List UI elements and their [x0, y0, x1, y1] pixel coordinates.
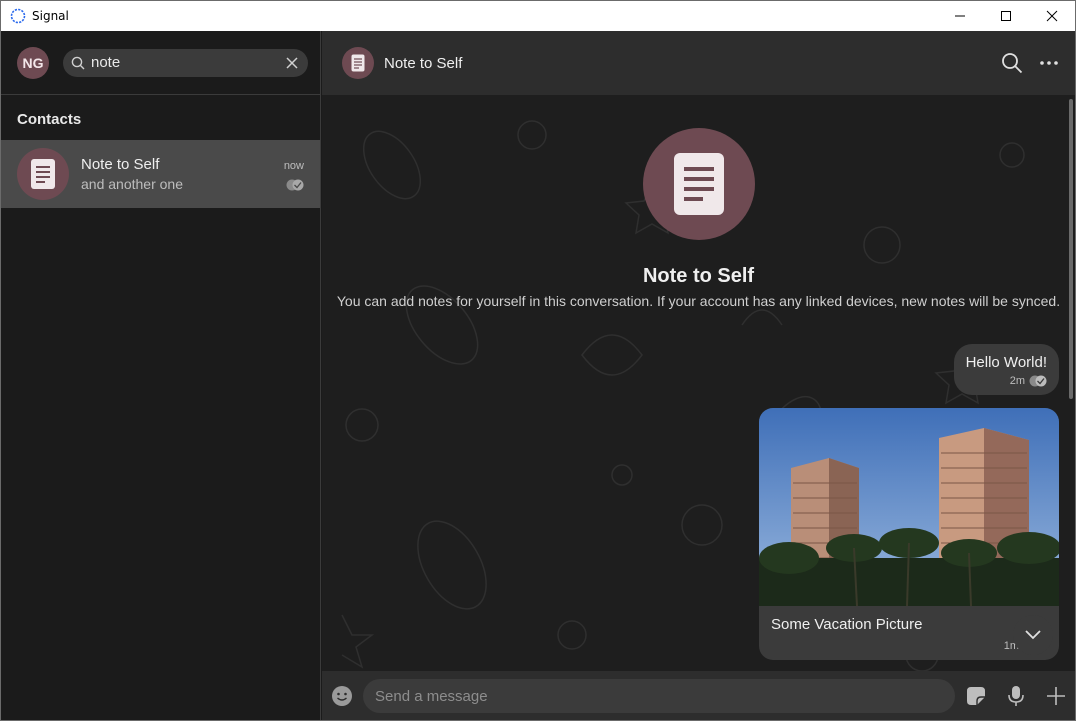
message-input[interactable]: [363, 679, 955, 713]
clear-search-icon[interactable]: [284, 55, 300, 71]
conversation-header: Note to Self: [322, 31, 1075, 95]
timeline-scrollbar[interactable]: [1069, 99, 1073, 399]
message-timeline[interactable]: Note to Self You can add notes for yours…: [322, 95, 1075, 671]
profile-avatar[interactable]: NG: [17, 46, 49, 79]
hero-title: Note to Self: [642, 265, 755, 287]
close-window-button[interactable]: [1029, 1, 1075, 31]
more-options-icon[interactable]: [1039, 59, 1059, 67]
window-title: Signal: [32, 9, 69, 23]
search-icon: [71, 56, 85, 69]
message-time: 2m: [1009, 375, 1025, 387]
search-box[interactable]: [63, 48, 308, 77]
minimize-button[interactable]: [937, 1, 983, 31]
emoji-icon[interactable]: [331, 685, 353, 707]
attach-plus-icon[interactable]: [1045, 685, 1067, 707]
composer: [322, 671, 1075, 720]
search-input[interactable]: [91, 54, 271, 71]
note-icon: [674, 153, 724, 215]
contacts-section-label: Contacts: [17, 111, 82, 128]
hero-avatar: [643, 128, 755, 240]
signal-window: Signal NG note Contacts Note to Self and…: [0, 0, 1076, 721]
window-controls: [937, 1, 1075, 31]
maximize-button[interactable]: [983, 1, 1029, 31]
minimize-icon: [955, 15, 965, 17]
title-bar: Signal: [1, 1, 1075, 31]
read-receipt-icon: [1029, 375, 1047, 387]
message-bubble-text[interactable]: Hello World! 2m: [953, 344, 1059, 395]
microphone-icon[interactable]: [1005, 685, 1027, 707]
message-meta: 2m: [966, 375, 1047, 387]
contact-name: Note to Self: [81, 156, 160, 173]
signal-logo-icon: [10, 8, 26, 24]
contact-preview: and another one: [81, 176, 183, 192]
message-text: Hello World!: [965, 354, 1047, 371]
conversation-title[interactable]: Note to Self: [384, 55, 462, 72]
close-icon: [1046, 10, 1058, 22]
vacation-photo[interactable]: [759, 408, 1059, 606]
maximize-icon: [1001, 11, 1011, 21]
sticker-icon[interactable]: [965, 685, 987, 707]
conversation-panel: Note to Self Note to Self You can add no…: [322, 31, 1075, 720]
message-bubble-image[interactable]: Some Vacation Picture 1m: [759, 408, 1059, 660]
note-icon: [31, 159, 55, 189]
scroll-to-bottom-button[interactable]: [1013, 615, 1053, 655]
chevron-down-icon: [1025, 630, 1041, 640]
contact-time: now: [283, 160, 304, 172]
note-icon: [351, 54, 365, 72]
read-receipt-icon: [286, 179, 304, 191]
search-icon[interactable]: [1001, 52, 1023, 74]
conversation-avatar[interactable]: [342, 47, 374, 79]
note-to-self-avatar: [17, 148, 69, 200]
contact-text: Note to Self and another one: [81, 156, 183, 192]
sidebar-header: NG: [1, 31, 320, 95]
hero-subtitle: You can add notes for yourself in this c…: [336, 293, 1061, 309]
sidebar: NG Contacts: [1, 31, 321, 720]
contact-row-note-to-self[interactable]: Note to Self and another one now: [1, 140, 320, 208]
